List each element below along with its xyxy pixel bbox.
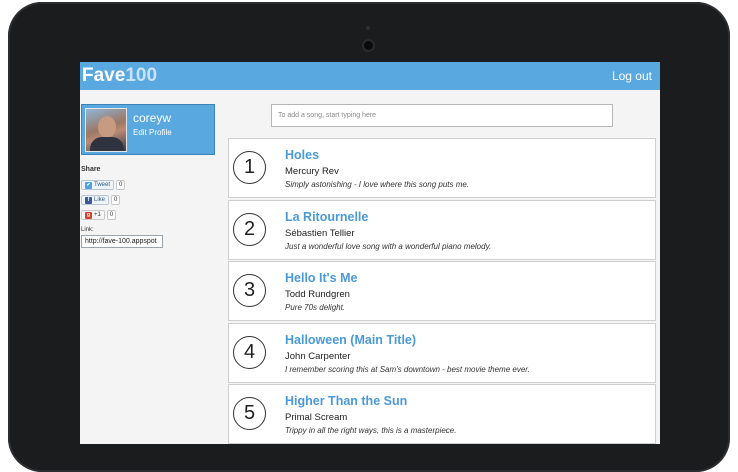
google-icon: g — [85, 211, 92, 219]
like-count: 0 — [111, 195, 121, 205]
plusone-button[interactable]: g +1 — [81, 210, 105, 220]
camera-icon — [364, 41, 373, 50]
edit-profile-link[interactable]: Edit Profile — [133, 128, 172, 137]
song-note: Trippy in all the right ways, this is a … — [285, 426, 457, 435]
song-artist: John Carpenter — [285, 350, 351, 362]
song-row[interactable]: 1 Holes Mercury Rev Simply astonishing -… — [228, 138, 656, 198]
rank-badge: 4 — [233, 335, 266, 369]
song-title[interactable]: Hello It's Me — [285, 271, 357, 285]
rank-badge: 2 — [233, 212, 266, 246]
song-list: 1 Holes Mercury Rev Simply astonishing -… — [228, 138, 656, 444]
song-note: Just a wonderful love song with a wonder… — [285, 241, 492, 251]
plusone-widget: g +1 0 — [81, 210, 117, 220]
tweet-button[interactable]: ✔ Tweet — [81, 180, 115, 190]
facebook-icon: f — [85, 196, 92, 204]
like-widget: f Like 0 — [81, 195, 121, 205]
tweet-widget: ✔ Tweet 0 — [81, 180, 126, 190]
song-search-input[interactable]: To add a song, start typing here — [271, 104, 613, 127]
logo-number: 100 — [125, 65, 158, 86]
song-row[interactable]: 3 Hello It's Me Todd Rundgren Pure 70s d… — [228, 261, 656, 321]
song-row[interactable]: 4 Halloween (Main Title) John Carpenter … — [228, 322, 656, 383]
song-note: I remember scoring this at Sam's downtow… — [285, 364, 530, 374]
like-label: Like — [94, 197, 106, 203]
share-link-field[interactable]: http://fave-100.appspot — [81, 235, 163, 248]
plusone-label: +1 — [94, 212, 101, 218]
username[interactable]: coreyw — [133, 111, 171, 125]
sensor-icon — [366, 26, 370, 30]
tweet-label: Tweet — [94, 182, 111, 188]
logout-link[interactable]: Log out — [612, 69, 652, 83]
song-title[interactable]: Halloween (Main Title) — [285, 333, 416, 347]
song-note: Pure 70s delight. — [285, 303, 346, 312]
avatar[interactable] — [85, 108, 127, 152]
song-note: Simply astonishing - I love where this s… — [285, 180, 470, 189]
logo-text: Fave — [82, 65, 126, 86]
song-row[interactable]: 5 Higher Than the Sun Primal Scream Trip… — [228, 384, 656, 444]
rank-badge: 1 — [233, 151, 266, 184]
song-row[interactable]: 2 La Ritournelle Sébastien Tellier Just … — [228, 199, 656, 260]
song-title[interactable]: Higher Than the Sun — [285, 394, 407, 408]
song-artist: Todd Rundgren — [285, 289, 350, 300]
song-artist: Primal Scream — [285, 412, 348, 423]
top-bar: Fave100 Log out — [80, 62, 660, 90]
song-title[interactable]: La Ritournelle — [285, 210, 368, 224]
twitter-icon: ✔ — [85, 181, 92, 189]
share-heading: Share — [81, 166, 101, 173]
rank-badge: 5 — [233, 397, 266, 430]
app-logo[interactable]: Fave100 — [82, 65, 157, 87]
profile-card: coreyw Edit Profile — [81, 104, 215, 155]
like-button[interactable]: f Like — [81, 195, 110, 205]
song-artist: Mercury Rev — [285, 166, 339, 177]
app-screen: Fave100 Log out coreyw Edit Profile Shar… — [80, 62, 660, 444]
plusone-count: 0 — [106, 210, 117, 220]
link-label: Link: — [81, 227, 94, 233]
tweet-count: 0 — [116, 180, 126, 190]
rank-badge: 3 — [233, 274, 266, 307]
song-artist: Sébastien Tellier — [285, 227, 355, 239]
song-title[interactable]: Holes — [285, 148, 319, 162]
